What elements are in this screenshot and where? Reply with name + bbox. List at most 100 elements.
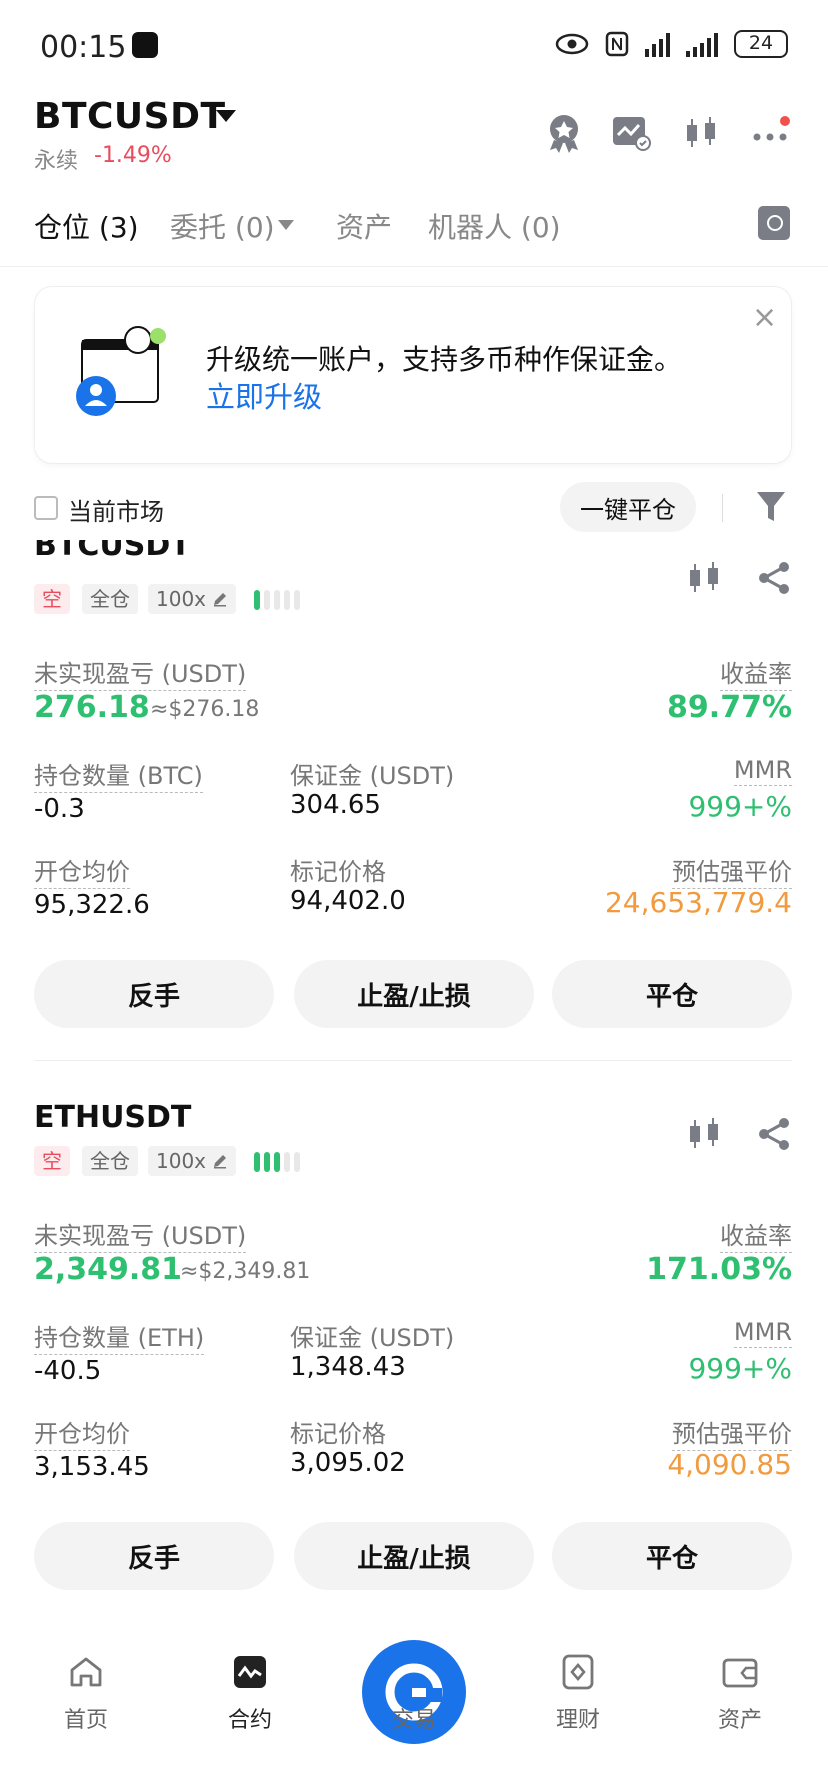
- nav-assets[interactable]: 资产: [690, 1702, 790, 1734]
- chevron-down-icon[interactable]: [216, 110, 236, 122]
- risk-indicator: [254, 590, 300, 610]
- filter-icon[interactable]: [756, 490, 786, 524]
- unrealized-pnl-label: 未实现盈亏 (USDT): [34, 654, 247, 691]
- leverage-tag[interactable]: 100x: [148, 1146, 237, 1176]
- account-upgrade-icon: [76, 326, 166, 416]
- roe-label: 收益率: [720, 654, 792, 691]
- futures-icon[interactable]: [232, 1654, 268, 1690]
- mark-price-value: 3,095.02: [290, 1448, 406, 1478]
- share-icon[interactable]: [756, 1116, 792, 1152]
- close-icon[interactable]: ×: [752, 300, 777, 335]
- banner-text: 升级统一账户，支持多币种作保证金。: [206, 343, 683, 376]
- roe-value: 171.03%: [646, 1252, 792, 1287]
- unrealized-pnl-usd: ≈$2,349.81: [180, 1259, 311, 1284]
- unrealized-pnl-label: 未实现盈亏 (USDT): [34, 1216, 247, 1253]
- unrealized-pnl-usd: ≈$276.18: [150, 697, 260, 722]
- candlestick-icon[interactable]: [686, 560, 722, 596]
- nav-trade[interactable]: 交易: [364, 1702, 464, 1734]
- margin-label: 保证金 (USDT): [290, 1324, 455, 1352]
- leverage-tag[interactable]: 100x: [148, 584, 237, 614]
- close-position-button[interactable]: 平仓: [552, 960, 792, 1028]
- edit-icon: [214, 1155, 227, 1169]
- liq-price-value: 24,653,779.4: [604, 886, 792, 919]
- leverage-value: 100x: [156, 1149, 207, 1173]
- nav-futures[interactable]: 合约: [200, 1702, 300, 1734]
- tab-orders[interactable]: 委托 (0): [170, 206, 275, 246]
- margin-value: 304.65: [290, 790, 381, 820]
- nav-earn[interactable]: 理财: [528, 1702, 628, 1734]
- mark-price-value: 94,402.0: [290, 886, 406, 916]
- current-market-label: 当前市场: [68, 498, 164, 526]
- liq-price-label: 预估强平价: [672, 1414, 792, 1451]
- mark-price-label: 标记价格: [290, 1420, 386, 1448]
- entry-price-value: 95,322.6: [34, 890, 150, 920]
- divider: [722, 494, 723, 522]
- liq-price-value: 4,090.85: [667, 1448, 792, 1481]
- chevron-down-icon[interactable]: [278, 220, 294, 230]
- app-notification-icon: [132, 32, 158, 58]
- reverse-button[interactable]: 反手: [34, 1522, 274, 1590]
- mark-price-label: 标记价格: [290, 858, 386, 886]
- upgrade-link[interactable]: 立即升级: [206, 374, 322, 416]
- risk-indicator: [254, 1152, 300, 1172]
- reverse-button[interactable]: 反手: [34, 960, 274, 1028]
- margin-mode-tag: 全仓: [82, 1146, 138, 1176]
- wallet-icon[interactable]: [722, 1654, 758, 1690]
- margin-value: 1,348.43: [290, 1352, 406, 1382]
- entry-price-label: 开仓均价: [34, 852, 130, 889]
- quantity-value: -40.5: [34, 1356, 102, 1386]
- pair-title[interactable]: BTCUSDT: [34, 96, 226, 137]
- home-icon[interactable]: [68, 1654, 104, 1690]
- tab-positions[interactable]: 仓位 (3): [34, 206, 139, 246]
- close-position-button[interactable]: 平仓: [552, 1522, 792, 1590]
- mmr-label: MMR: [733, 756, 792, 786]
- position-card: BTCUSDT 空 全仓 100x 未实现盈亏 (USDT) 收益率 276.1…: [0, 540, 828, 1060]
- quantity-value: -0.3: [34, 794, 85, 824]
- unrealized-pnl-value: 276.18: [34, 690, 150, 725]
- mmr-label: MMR: [733, 1318, 792, 1348]
- margin-label: 保证金 (USDT): [290, 762, 455, 790]
- price-change: -1.49%: [94, 143, 172, 168]
- status-time: 00:15: [40, 30, 127, 65]
- entry-price-value: 3,153.45: [34, 1452, 150, 1482]
- leverage-value: 100x: [156, 587, 207, 611]
- history-icon[interactable]: [758, 206, 790, 240]
- roe-label: 收益率: [720, 1216, 792, 1253]
- quantity-label: 持仓数量 (ETH): [34, 1318, 205, 1355]
- position-card: ETHUSDT 空 全仓 100x 未实现盈亏 (USDT) 收益率 2,349…: [0, 1100, 828, 1620]
- edit-icon: [214, 593, 227, 607]
- chart-check-icon[interactable]: [610, 112, 652, 154]
- current-market-checkbox[interactable]: [34, 496, 58, 520]
- candlestick-icon[interactable]: [686, 1116, 722, 1152]
- position-symbol[interactable]: BTCUSDT: [34, 540, 191, 563]
- signal-icon: [686, 31, 718, 57]
- contract-type: 永续: [34, 149, 79, 174]
- nav-home[interactable]: 首页: [36, 1702, 136, 1734]
- side-tag: 空: [34, 584, 70, 614]
- badge-icon[interactable]: [543, 112, 585, 154]
- divider: [34, 1060, 792, 1061]
- position-symbol[interactable]: ETHUSDT: [34, 1100, 191, 1135]
- divider: [0, 266, 828, 267]
- status-icons: 24: [555, 30, 788, 58]
- liq-price-label: 预估强平价: [672, 852, 792, 889]
- share-icon[interactable]: [756, 560, 792, 596]
- battery-icon: 24: [734, 30, 788, 58]
- margin-mode-tag: 全仓: [82, 584, 138, 614]
- nfc-icon: [605, 31, 629, 57]
- tpsl-button[interactable]: 止盈/止损: [294, 960, 534, 1028]
- earn-icon[interactable]: [560, 1654, 596, 1690]
- tab-bots[interactable]: 机器人 (0): [428, 206, 561, 246]
- candlestick-icon[interactable]: [680, 112, 722, 154]
- eye-icon: [555, 33, 589, 55]
- tab-assets[interactable]: 资产: [336, 206, 392, 246]
- side-tag: 空: [34, 1146, 70, 1176]
- mmr-value: 999+%: [688, 790, 792, 823]
- signal-icon: [645, 31, 670, 57]
- more-icon[interactable]: [750, 112, 792, 154]
- close-all-button[interactable]: 一键平仓: [560, 482, 696, 532]
- unrealized-pnl-value: 2,349.81: [34, 1252, 183, 1287]
- entry-price-label: 开仓均价: [34, 1414, 130, 1451]
- tpsl-button[interactable]: 止盈/止损: [294, 1522, 534, 1590]
- roe-value: 89.77%: [667, 690, 792, 725]
